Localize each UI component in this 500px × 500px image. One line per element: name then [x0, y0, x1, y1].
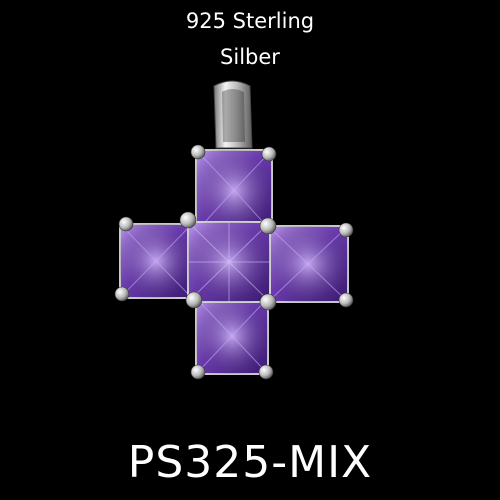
- stone-left: [119, 223, 193, 299]
- cross-pendant-image: [114, 80, 354, 380]
- stone-center: [187, 221, 271, 303]
- stone-right: [267, 225, 349, 303]
- product-code: PS325-MIX: [127, 437, 373, 488]
- bail: [213, 80, 253, 149]
- stone-top: [195, 149, 273, 233]
- stone-bottom: [195, 297, 269, 375]
